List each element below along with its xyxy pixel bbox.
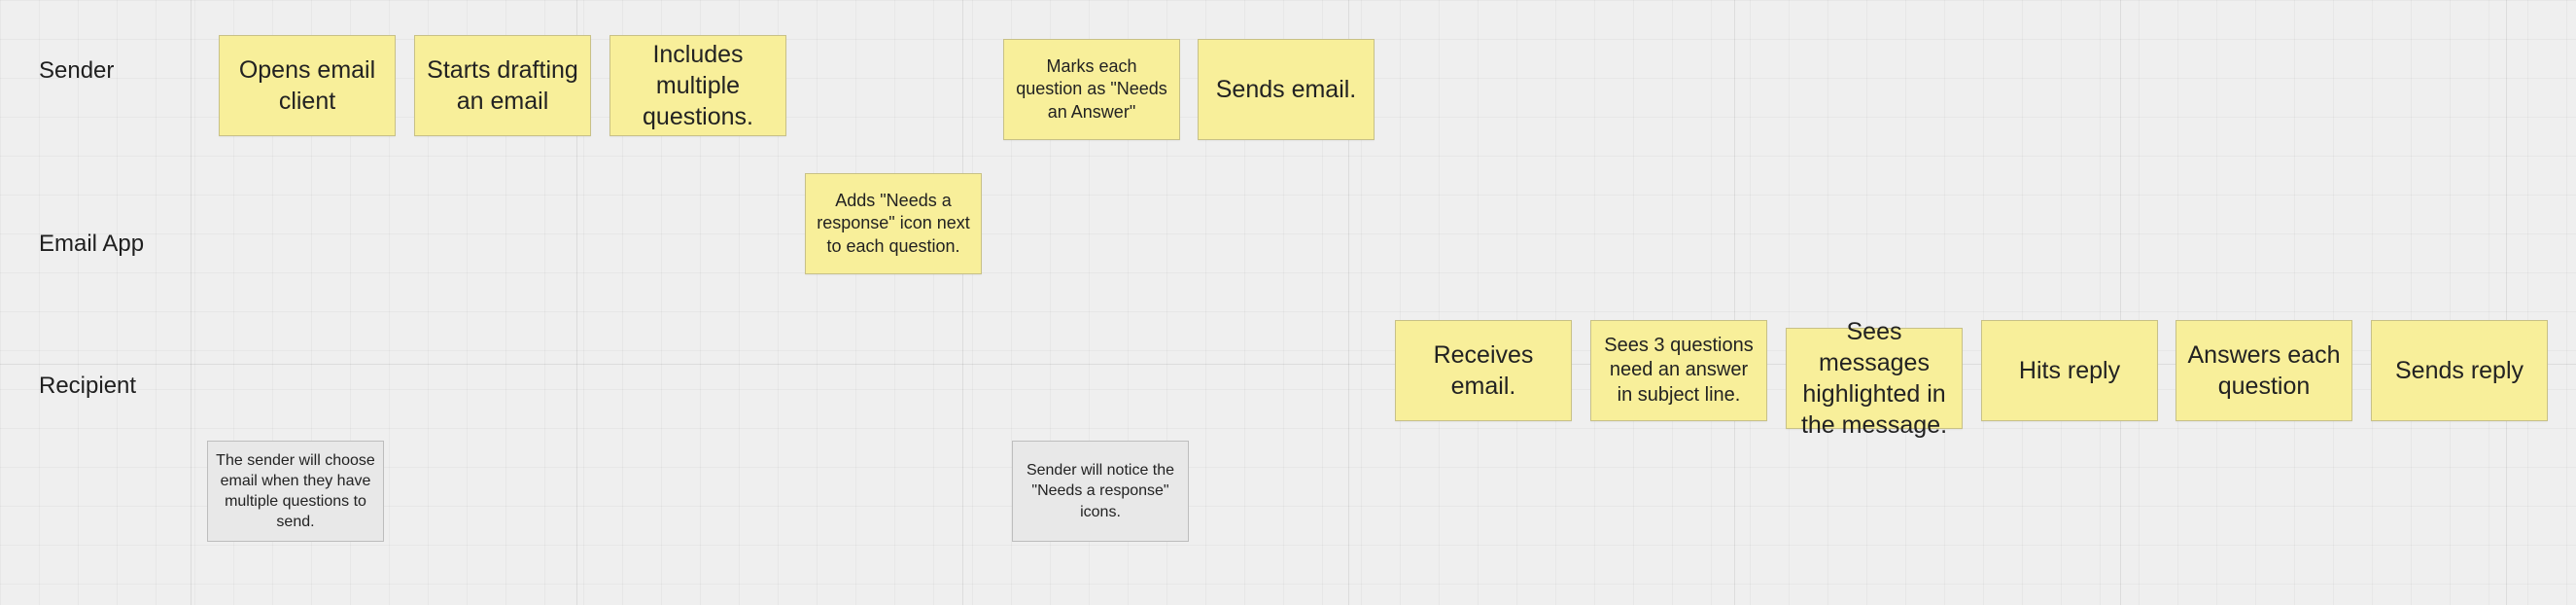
lane-label-email-app: Email App: [39, 231, 145, 257]
sticky-adds-needs-response-icon[interactable]: Adds "Needs a response" icon next to eac…: [805, 173, 982, 274]
sticky-text: Sends reply: [2394, 357, 2524, 384]
sticky-text: Hits reply: [2018, 357, 2121, 384]
sticky-text: Includes multiple questions.: [643, 41, 753, 130]
sticky-sees-3-questions[interactable]: Sees 3 questions need an answer in subje…: [1590, 320, 1767, 421]
sticky-answers-each-question[interactable]: Answers each question: [2176, 320, 2352, 421]
sticky-text: Sees messages highlighted in the message…: [1800, 318, 1948, 439]
sticky-sees-messages-highlighted[interactable]: Sees messages highlighted in the message…: [1786, 318, 1963, 439]
sticky-text: Marks each question as "Needs an Answer": [1016, 56, 1167, 122]
grid-line: [962, 0, 963, 605]
lane-label-recipient: Recipient: [39, 373, 137, 399]
note-sender-will-choose[interactable]: The sender will choose email when they h…: [207, 441, 384, 542]
sticky-opens-email-client[interactable]: Opens email client: [219, 35, 396, 136]
lane-label-sender: Sender: [39, 57, 115, 84]
sticky-hits-reply[interactable]: Hits reply: [1981, 320, 2158, 421]
grid-line: [2120, 0, 2121, 605]
sticky-starts-drafting-email[interactable]: Starts drafting an email: [414, 35, 591, 136]
sticky-text: Receives email.: [1433, 341, 1534, 400]
grid-line: [2506, 0, 2507, 605]
sticky-sends-reply[interactable]: Sends reply: [2371, 320, 2548, 421]
note-text: The sender will choose email when they h…: [216, 451, 375, 531]
sticky-text: Starts drafting an email: [427, 56, 578, 115]
sticky-receives-email[interactable]: Receives email.: [1395, 320, 1572, 421]
sticky-text: Sends email.: [1215, 76, 1357, 103]
sticky-text: Opens email client: [238, 56, 376, 115]
sticky-text: Sees 3 questions need an answer in subje…: [1604, 334, 1754, 406]
whiteboard-canvas[interactable]: Sender Email App Recipient Opens email c…: [0, 0, 2576, 605]
grid-line: [1734, 0, 1735, 605]
note-text: Sender will notice the "Needs a response…: [1026, 462, 1175, 520]
sticky-text: Adds "Needs a response" icon next to eac…: [817, 191, 970, 256]
sticky-marks-each-question[interactable]: Marks each question as "Needs an Answer": [1003, 39, 1180, 140]
note-sender-will-notice[interactable]: Sender will notice the "Needs a response…: [1012, 441, 1189, 542]
sticky-includes-multiple-questions[interactable]: Includes multiple questions.: [609, 35, 786, 136]
sticky-text: Answers each question: [2187, 341, 2341, 400]
sticky-sends-email[interactable]: Sends email.: [1198, 39, 1375, 140]
